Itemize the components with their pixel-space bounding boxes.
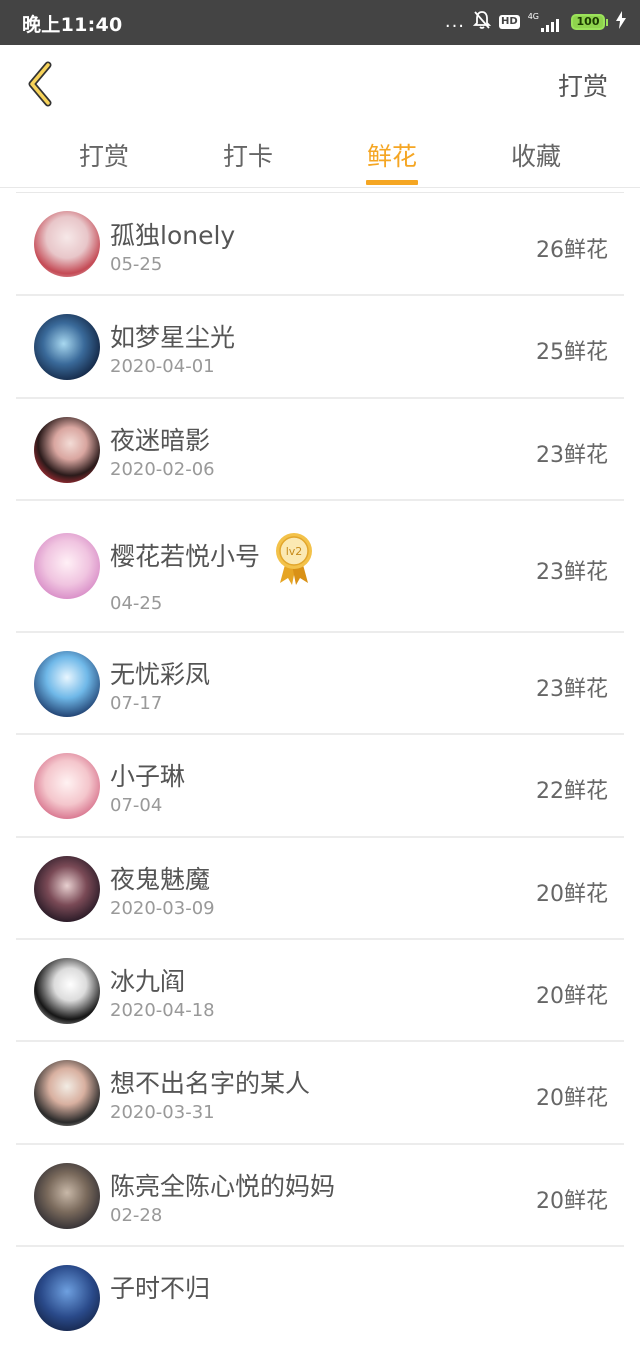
- reward-button[interactable]: 打赏: [558, 67, 608, 103]
- date: 2020-04-01: [110, 356, 215, 377]
- battery-level: 100: [571, 14, 605, 30]
- user-name: 小子琳: [110, 762, 186, 791]
- user-name: 夜鬼魅魔: [110, 865, 211, 894]
- level-badge-text: lv2: [286, 545, 303, 558]
- list-item[interactable]: 无忧彩凤 07-17 23鲜花: [16, 633, 624, 735]
- status-time: 晚上11:40: [22, 14, 123, 36]
- flower-count: 22鲜花: [536, 779, 608, 804]
- user-name: 想不出名字的某人: [110, 1069, 311, 1098]
- flower-count: 26鲜花: [536, 238, 608, 263]
- list-item[interactable]: 夜鬼魅魔 2020-03-09 20鲜花: [16, 838, 624, 940]
- level-medal-icon: lv2: [274, 531, 314, 587]
- date: 2020-04-18: [110, 1000, 215, 1021]
- list-item[interactable]: 想不出名字的某人 2020-03-31 20鲜花: [16, 1042, 624, 1145]
- hd-badge: HD: [499, 15, 520, 29]
- tab-bar: 打赏 打卡 鲜花 收藏: [0, 125, 640, 188]
- status-bar: 晚上11:40 ... HD 4G 100: [0, 0, 640, 45]
- tab-flowers[interactable]: 鲜花: [367, 137, 417, 173]
- user-name: 无忧彩凤: [110, 660, 211, 689]
- list-item[interactable]: 孤独lonely 05-25 26鲜花: [16, 194, 624, 296]
- user-name: 子时不归: [110, 1274, 211, 1303]
- user-name: 孤独lonely: [110, 221, 236, 250]
- flower-count: 20鲜花: [536, 984, 608, 1009]
- avatar: [34, 1060, 100, 1126]
- user-name: 冰九阎: [110, 967, 186, 996]
- header: 打赏: [0, 45, 640, 125]
- list-item[interactable]: 樱花若悦小号 lv2 04-25 23鲜花: [16, 501, 624, 633]
- avatar: [34, 211, 100, 277]
- avatar: [34, 314, 100, 380]
- user-name: 樱花若悦小号: [110, 542, 261, 571]
- flower-count: 20鲜花: [536, 882, 608, 907]
- signal-icon: 4G: [528, 12, 563, 32]
- date: 07-04: [110, 795, 163, 816]
- tab-reward[interactable]: 打赏: [79, 137, 129, 173]
- avatar: [34, 856, 100, 922]
- battery-icon: 100: [571, 14, 608, 30]
- avatar: [34, 651, 100, 717]
- tab-active-indicator: [366, 180, 418, 185]
- flower-count: 23鲜花: [536, 677, 608, 702]
- list-item[interactable]: 如梦星尘光 2020-04-01 25鲜花: [16, 296, 624, 399]
- date: 02-28: [110, 1205, 163, 1226]
- more-dots-icon: ...: [444, 11, 466, 32]
- avatar: [34, 417, 100, 483]
- tab-favorites[interactable]: 收藏: [511, 137, 561, 173]
- avatar: [34, 958, 100, 1024]
- flower-count: 20鲜花: [536, 1086, 608, 1111]
- flower-count: 23鲜花: [536, 560, 608, 585]
- status-icons: ... HD 4G 100: [445, 9, 626, 35]
- flower-count: 25鲜花: [536, 340, 608, 365]
- mute-bell-icon: [472, 10, 492, 34]
- list-item[interactable]: 陈亮全陈心悦的妈妈 02-28 20鲜花: [16, 1145, 624, 1247]
- back-button[interactable]: [20, 57, 64, 107]
- user-name: 陈亮全陈心悦的妈妈: [110, 1172, 336, 1201]
- chevron-left-icon: [28, 61, 52, 107]
- list-item[interactable]: 冰九阎 2020-04-18 20鲜花: [16, 940, 624, 1042]
- date: 2020-03-09: [110, 898, 215, 919]
- list-item[interactable]: 子时不归: [16, 1247, 624, 1349]
- flower-count: 23鲜花: [536, 443, 608, 468]
- avatar: [34, 1163, 100, 1229]
- date: 2020-02-06: [110, 459, 215, 480]
- date: 07-17: [110, 693, 163, 714]
- list-item[interactable]: 小子琳 07-04 22鲜花: [16, 735, 624, 838]
- avatar: [34, 753, 100, 819]
- charging-icon: [616, 11, 626, 33]
- avatar: [34, 1265, 100, 1331]
- user-name: 如梦星尘光: [110, 323, 236, 352]
- flower-count: 20鲜花: [536, 1189, 608, 1214]
- date: 04-25: [110, 593, 163, 614]
- date: 2020-03-31: [110, 1102, 215, 1123]
- tab-checkin[interactable]: 打卡: [223, 137, 273, 173]
- user-name: 夜迷暗影: [110, 426, 211, 455]
- date: 05-25: [110, 254, 163, 275]
- network-type: 4G: [527, 12, 539, 21]
- list-item[interactable]: 夜迷暗影 2020-02-06 23鲜花: [16, 399, 624, 501]
- avatar: [34, 533, 100, 599]
